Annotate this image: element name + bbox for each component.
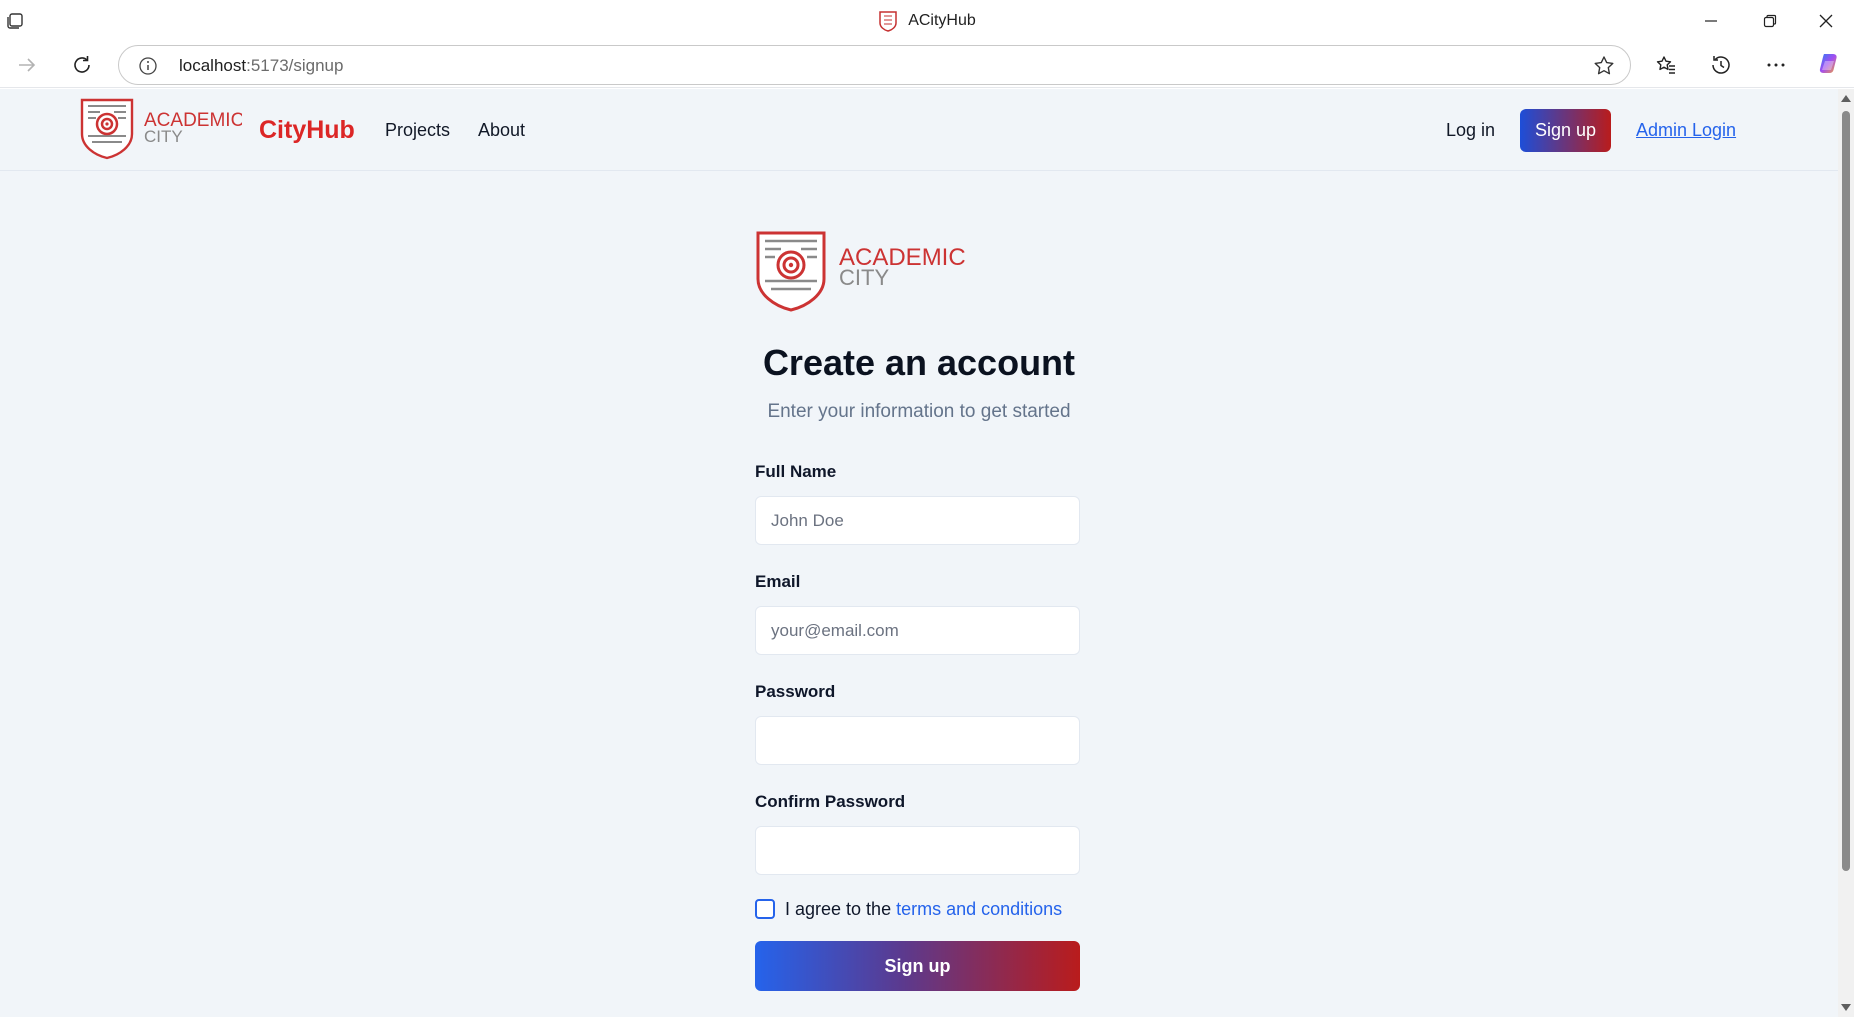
admin-login-link[interactable]: Admin Login (1636, 120, 1736, 141)
confirm-password-label: Confirm Password (755, 792, 906, 811)
login-link[interactable]: Log in (1446, 120, 1495, 141)
page-subtitle: Enter your information to get started (767, 401, 1071, 422)
tab-actions-icon[interactable] (4, 10, 26, 32)
scrollbar-thumb[interactable] (1842, 111, 1850, 871)
site-info-icon[interactable] (137, 55, 159, 77)
terms-agreement: I agree to the terms and conditions (785, 899, 1062, 920)
refresh-button[interactable] (62, 46, 102, 84)
favorites-button[interactable] (1646, 46, 1686, 84)
address-bar[interactable]: localhost:5173/signup (118, 45, 1631, 85)
email-input[interactable] (755, 606, 1080, 655)
url-text[interactable]: localhost:5173/signup (179, 56, 343, 76)
header-signup-button[interactable]: Sign up (1520, 109, 1611, 152)
browser-titlebar: ACityHub (0, 0, 1854, 42)
close-icon (1819, 14, 1833, 28)
password-label: Password (755, 682, 836, 701)
signup-submit-button[interactable]: Sign up (755, 941, 1080, 991)
ellipsis-icon (1767, 63, 1785, 67)
minimize-icon (1705, 20, 1717, 22)
close-window-button[interactable] (1798, 0, 1854, 42)
terms-checkbox[interactable] (755, 899, 775, 919)
site-favicon-icon (879, 11, 897, 32)
favorites-icon (1656, 56, 1675, 74)
copilot-button[interactable] (1809, 46, 1849, 84)
site-header: ACADEMIC CITY CityHub Projects About Log… (0, 89, 1838, 171)
scroll-down-arrow-icon[interactable] (1841, 1004, 1851, 1011)
brand-name[interactable]: CityHub (259, 116, 355, 145)
restore-icon (1763, 14, 1777, 28)
more-options-button[interactable] (1756, 46, 1796, 84)
favorite-star-icon[interactable] (1592, 54, 1616, 78)
refresh-icon (74, 56, 90, 73)
terms-prefix: I agree to the (785, 899, 897, 919)
form-logo-text-city: CITY (839, 265, 889, 290)
confirm-password-input[interactable] (755, 826, 1080, 875)
page-scrollbar[interactable] (1838, 89, 1854, 1017)
full-name-input[interactable] (755, 496, 1080, 545)
url-path: :5173/signup (246, 56, 344, 75)
minimize-button[interactable] (1683, 0, 1739, 42)
logo-text-city: CITY (144, 127, 183, 146)
page-title: Create an account (762, 342, 1076, 383)
full-name-label: Full Name (755, 462, 837, 481)
copilot-icon (1819, 54, 1837, 73)
history-icon (1712, 56, 1730, 74)
history-button[interactable] (1701, 46, 1741, 84)
terms-link[interactable]: terms and conditions (896, 899, 1062, 919)
nav-projects[interactable]: Projects (385, 120, 450, 141)
restore-button[interactable] (1742, 0, 1798, 42)
academic-city-logo[interactable]: ACADEMIC CITY (80, 98, 242, 160)
page-viewport: ACADEMIC CITY CityHub Projects About Log… (0, 89, 1838, 1017)
window-title: ACityHub (908, 12, 976, 29)
password-input[interactable] (755, 716, 1080, 765)
scroll-up-arrow-icon[interactable] (1841, 95, 1851, 102)
forward-button[interactable] (7, 46, 47, 84)
email-label: Email (755, 572, 801, 591)
browser-toolbar: localhost:5173/signup (0, 42, 1854, 88)
arrow-right-icon (19, 58, 36, 72)
nav-about[interactable]: About (478, 120, 525, 141)
url-host: localhost (179, 56, 247, 75)
academic-city-logo-large: ACADEMIC CITY (756, 231, 966, 312)
